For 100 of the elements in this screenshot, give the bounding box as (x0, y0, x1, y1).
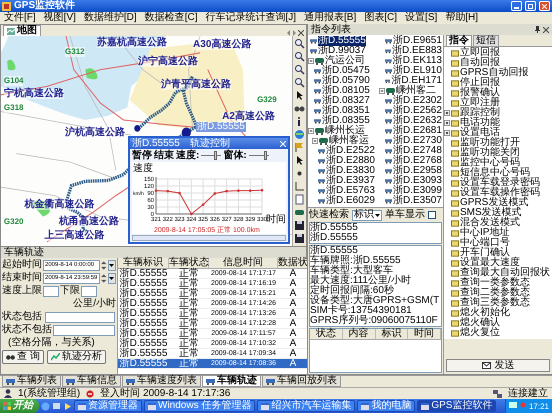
command-item[interactable]: 监控中心号码 (460, 158, 520, 168)
tree-item[interactable]: 浙D.E2958 (393, 166, 442, 176)
taskbar-button[interactable]: Windows 任务管理器 (144, 400, 256, 412)
tree-item[interactable]: 浙D.E2730 (393, 136, 442, 146)
tree-item[interactable]: 浙D.EE883 (392, 46, 442, 56)
taskbar-button[interactable]: 我的电脑 (357, 400, 416, 412)
table-cell-text: 正常 (178, 359, 200, 369)
tree-item[interactable]: 浙D.E5763 (326, 186, 375, 196)
command-item[interactable]: 查询三类参数态 (460, 298, 530, 308)
search-type-dropdown[interactable]: 标识 (352, 210, 382, 220)
taskbar-button[interactable]: GPS监控软件 (417, 400, 496, 412)
command-item[interactable]: 设置电话 (460, 128, 500, 138)
tree-item[interactable]: 浙D.05790 (322, 76, 370, 86)
menu-item[interactable]: 数据检查[C] (144, 12, 198, 24)
tree-item[interactable]: 浙D.E2632 (393, 116, 442, 126)
tree-item[interactable]: 浙D.E2302 (393, 96, 442, 106)
tree-item[interactable]: 浙D.E2768 (393, 156, 442, 166)
command-item[interactable]: 立即注册 (460, 98, 500, 108)
tree-item[interactable]: 浙D.E2522 (326, 146, 375, 156)
menu-item[interactable]: 数据维护[D] (84, 12, 137, 24)
command-item[interactable]: 中心IP地址 (460, 228, 510, 238)
command-item[interactable]: 短信息中心号码 (460, 168, 530, 178)
tree-item[interactable]: 浙D.99037 (318, 46, 366, 56)
tab[interactable]: 短信 (473, 35, 499, 46)
query-button[interactable]: 查 询 (2, 350, 44, 364)
command-item[interactable]: 自动回报 (460, 58, 500, 68)
tree-item[interactable]: 浙D.E3830 (326, 166, 375, 176)
tree-group[interactable]: 嵊州长运 (325, 126, 365, 136)
command-item[interactable]: 监听功能关闭 (460, 148, 520, 158)
stop-button[interactable]: 结束 (154, 150, 174, 160)
bottom-tab[interactable]: 车辆信息 (62, 376, 121, 387)
tree-item[interactable]: 浙D.E3937 (326, 176, 375, 186)
menu-item[interactable]: 文件[F] (4, 12, 36, 24)
pause-button[interactable]: 暂停 (132, 150, 152, 160)
command-item[interactable]: 监听功能打开 (460, 138, 520, 148)
road-label: 杭甬高速公路 (59, 216, 120, 227)
table-cell-text: 正常 (178, 269, 200, 279)
command-item[interactable]: 中心端口号 (460, 238, 510, 248)
tree-item[interactable]: 浙D.EH171 (391, 76, 442, 86)
tree-group[interactable]: 嵊州客运 (329, 136, 369, 146)
command-item[interactable]: 设置车载操作密码 (460, 188, 540, 198)
tree-group[interactable]: 汽运公司 (325, 56, 365, 66)
menu-item[interactable]: 视图[V] (44, 12, 76, 24)
tree-item[interactable]: 浙D.E2562 (393, 106, 442, 116)
menu-item[interactable]: 帮助[H] (445, 12, 478, 24)
command-item[interactable]: 熄火初始化 (460, 308, 510, 318)
command-item[interactable]: 设置车载登录密码 (460, 178, 540, 188)
list-item[interactable]: 浙D.55555 (310, 223, 441, 233)
command-item[interactable]: 跟踪控制 (460, 108, 500, 118)
tree-item[interactable]: 浙D.EK113 (392, 56, 442, 66)
tree-item[interactable]: 浙D.E2681 (393, 126, 442, 136)
column-header[interactable]: 车辆状态 (169, 258, 209, 268)
road-label: 杭金衢高速公路 (24, 200, 94, 210)
tree-item[interactable]: 浙D.E3099 (393, 186, 442, 196)
bottom-tab[interactable]: 车辆轨迹 (202, 376, 261, 387)
menu-item[interactable]: 行车记录统计查询[J] (205, 12, 296, 24)
command-item[interactable]: 报警确认 (460, 88, 500, 98)
tree-item[interactable]: 浙D.08327 (322, 96, 370, 106)
tree-item[interactable]: 浙D.E2880 (326, 156, 375, 166)
menu-item[interactable]: 通用报表[B] (304, 12, 356, 24)
list-item[interactable]: 浙D.55555 (310, 233, 441, 243)
command-item[interactable]: 查询最大自动回报状 (460, 268, 550, 278)
command-item[interactable]: 电话功能 (460, 118, 500, 128)
bottom-tab[interactable]: 车辆列表 (2, 376, 61, 387)
send-button[interactable]: 发送 (446, 359, 550, 372)
tree-item[interactable]: 浙D.E2748 (393, 146, 442, 156)
command-item[interactable]: 设置最大速度 (460, 258, 520, 268)
table-cell-text: 浙D.55555 (118, 269, 168, 279)
bottom-tab[interactable]: 车辆速度列表 (122, 376, 201, 387)
tree-item[interactable]: 浙D.08105 (322, 86, 370, 96)
tree-item[interactable]: 浙D.E9651 (393, 36, 442, 46)
column-header[interactable]: 数据状 (278, 258, 308, 268)
tree-item[interactable]: 浙D.08355 (322, 116, 370, 126)
command-item[interactable]: 开车门确认 (460, 248, 510, 258)
tab[interactable]: 指令 (446, 35, 472, 46)
road-number-label: G104 (4, 76, 24, 86)
tree-item[interactable]: 浙D.EL910 (393, 66, 442, 76)
track-analysis-button[interactable]: 轨迹分析 (46, 350, 106, 364)
tree-group[interactable]: 嵊州客二 (396, 86, 436, 96)
map-tab[interactable]: 地图 (3, 25, 41, 36)
command-item[interactable]: 停止回报 (460, 78, 500, 88)
command-item[interactable]: GPRS发送模式 (460, 198, 528, 208)
tree-item[interactable]: 浙D.E6029 (326, 196, 375, 206)
command-item[interactable]: 混合发送模式 (460, 218, 520, 228)
bottom-tab[interactable]: 车辆回放列表 (262, 376, 341, 387)
taskbar-button[interactable]: 绍兴市汽车运输集 (257, 400, 356, 412)
menu-item[interactable]: 设置[S] (405, 12, 438, 24)
command-item[interactable]: 熄火确认 (460, 318, 500, 328)
tree-item[interactable]: 浙D.08351 (322, 106, 370, 116)
tree-item[interactable]: 浙D.E3093 (393, 176, 442, 186)
command-item[interactable]: SMS发送模式 (460, 208, 522, 218)
command-item[interactable]: 熄火复位 (460, 328, 500, 338)
menu-item[interactable]: 图表[C] (364, 12, 398, 24)
command-item[interactable]: 立即回报 (460, 48, 500, 58)
command-item[interactable]: 查询一类参数态 (460, 278, 530, 288)
command-item[interactable]: 查询二类参数态 (460, 288, 530, 298)
command-item[interactable]: GPRS自动回报 (460, 68, 528, 78)
tree-item[interactable]: 浙D.E3507 (393, 196, 442, 206)
tree-item[interactable]: 浙D.05475 (322, 66, 370, 76)
taskbar-button[interactable]: 资源管理器 (74, 400, 142, 412)
